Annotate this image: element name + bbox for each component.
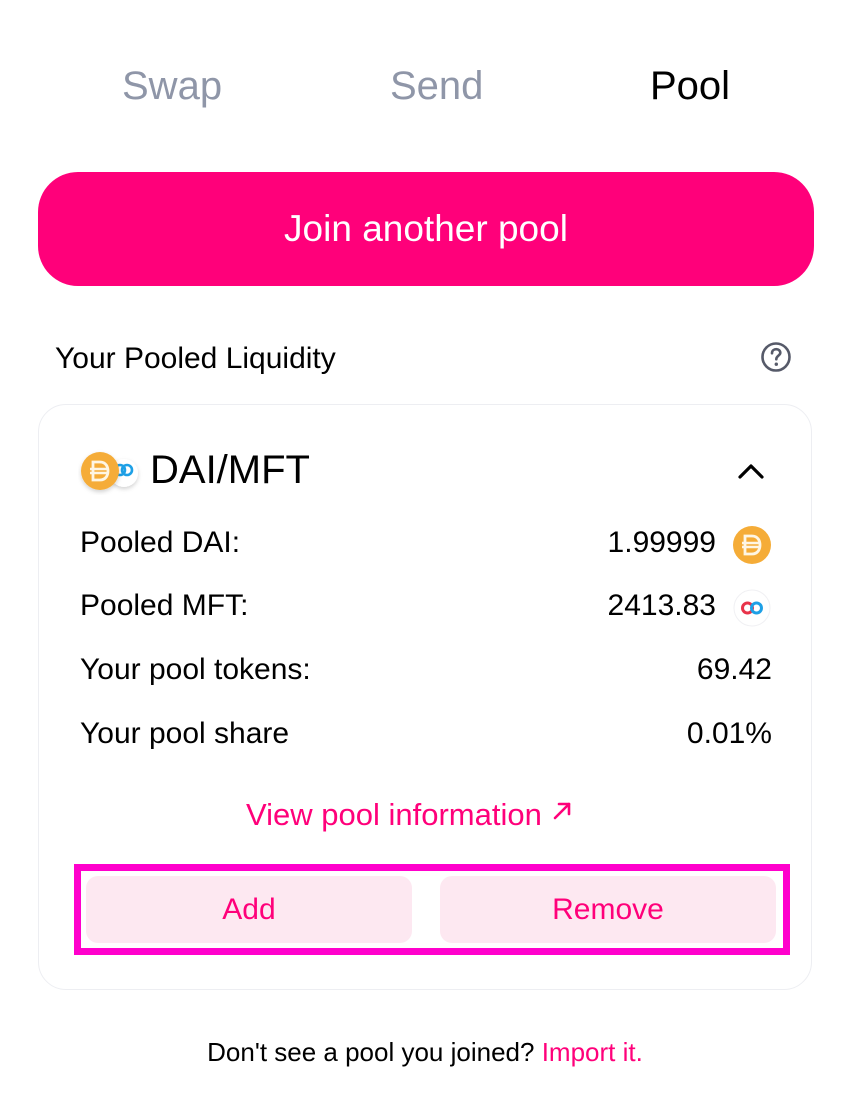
pool-tokens-label: Your pool tokens:	[80, 653, 311, 686]
pooled-liquidity-title: Your Pooled Liquidity	[55, 342, 336, 375]
dai-token-icon	[733, 526, 771, 564]
pool-share-row: Your pool share 0.01%	[80, 712, 772, 756]
mft-token-icon	[733, 589, 771, 627]
pooled-mft-row: Pooled MFT: 2413.83	[80, 584, 772, 628]
tab-pool[interactable]: Pool	[650, 58, 730, 114]
view-pool-information-link[interactable]: View pool information	[246, 792, 574, 838]
chevron-up-icon[interactable]	[732, 456, 770, 486]
join-another-pool-button[interactable]: Join another pool	[38, 172, 814, 286]
footer-text: Don't see a pool you joined?	[207, 1037, 535, 1067]
pool-tokens-row: Your pool tokens: 69.42	[80, 648, 772, 692]
import-pool-link[interactable]: Import it.	[542, 1037, 643, 1067]
pooled-mft-value: 2413.83	[607, 589, 716, 622]
import-pool-footer: Don't see a pool you joined? Import it.	[0, 1030, 850, 1074]
pool-share-value: 0.01%	[686, 717, 772, 750]
pooled-dai-row: Pooled DAI: 1.99999	[80, 521, 772, 565]
tab-send[interactable]: Send	[390, 58, 483, 114]
tab-bar: Swap Send Pool	[38, 58, 814, 114]
tab-swap[interactable]: Swap	[122, 58, 222, 114]
pair-name: DAI/MFT	[150, 448, 310, 492]
pooled-mft-label: Pooled MFT:	[80, 589, 249, 622]
pool-tokens-value: 69.42	[696, 653, 772, 686]
pool-share-label: Your pool share	[80, 717, 290, 750]
pooled-dai-value: 1.99999	[607, 526, 716, 559]
external-arrow-icon	[553, 802, 571, 820]
pair-token-icons	[81, 452, 138, 490]
pool-page: Swap Send Pool Join another pool Your Po…	[0, 0, 850, 1118]
highlight-frame	[74, 864, 790, 955]
pooled-dai-label: Pooled DAI:	[80, 526, 241, 559]
view-pool-information-label: View pool information	[246, 797, 542, 832]
question-circle-icon[interactable]	[758, 339, 794, 375]
